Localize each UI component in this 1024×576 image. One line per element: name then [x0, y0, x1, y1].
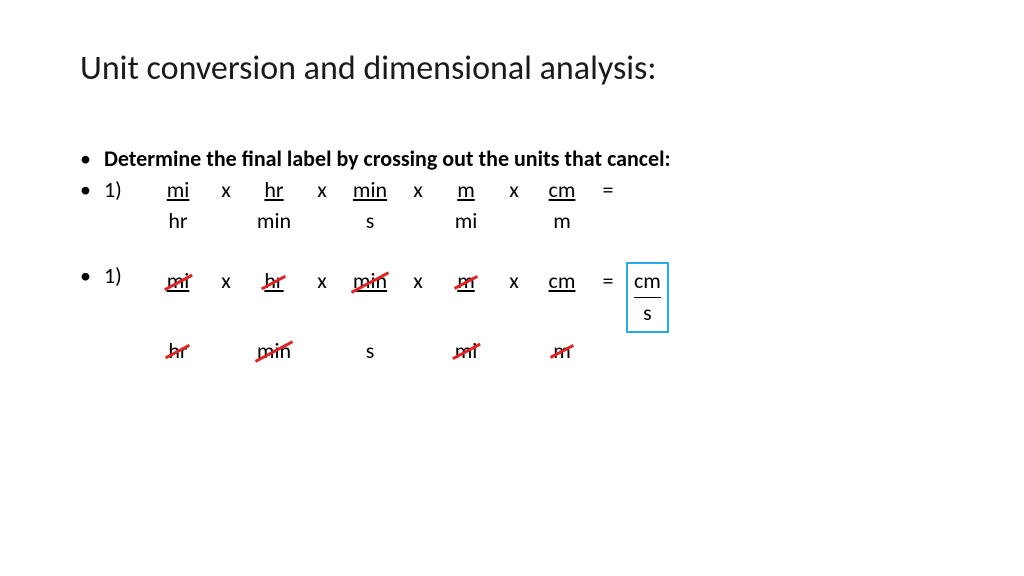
slide: Unit conversion and dimensional analysis… — [0, 0, 1024, 364]
unit-den-cancelled: m — [553, 337, 571, 364]
op: x — [398, 176, 438, 203]
op: x — [302, 176, 342, 203]
op: x — [206, 176, 246, 203]
unit-num: m — [438, 176, 494, 203]
unit-num-cancelled: mi — [167, 267, 190, 294]
unit-den-cancelled: mi — [455, 337, 478, 364]
instruction-line: • Determine the final label by crossing … — [80, 145, 944, 172]
equals: = — [596, 176, 620, 203]
op: x — [398, 267, 438, 294]
problem-label: 1) — [104, 262, 150, 289]
unit-den: s — [366, 337, 375, 364]
bullet-icon: • — [80, 176, 104, 203]
unit-den-cancelled: min — [257, 337, 291, 364]
unit-num-cancelled: hr — [264, 267, 283, 294]
slide-title: Unit conversion and dimensional analysis… — [80, 48, 944, 89]
unit-num-cancelled: min — [353, 267, 387, 294]
unit-num: min — [342, 176, 398, 203]
equals: = — [596, 267, 620, 294]
op: x — [206, 267, 246, 294]
unit-num: cm — [534, 176, 590, 203]
op: x — [494, 176, 534, 203]
problem-row-denom: • . hr x min x s x mi x m — [80, 207, 944, 234]
instruction-text: Determine the final label by crossing ou… — [104, 145, 671, 172]
unit-num: mi — [150, 176, 206, 203]
op: x — [494, 267, 534, 294]
unit-den: m — [534, 207, 590, 234]
unit-den: min — [246, 207, 302, 234]
unit-num-cancelled: m — [457, 267, 475, 294]
op: x — [302, 267, 342, 294]
answer-den: s — [634, 297, 661, 329]
bullet-icon: • — [80, 145, 104, 172]
problem-label: 1) — [104, 176, 150, 203]
unit-den: hr — [150, 207, 206, 234]
answer-num: cm — [634, 266, 661, 297]
answer-box: cm s — [626, 262, 669, 333]
unit-den: s — [342, 207, 398, 234]
unit-num: hr — [246, 176, 302, 203]
unit-num: cm — [549, 267, 576, 294]
unit-den-cancelled: hr — [168, 337, 187, 364]
problem-row: • 1) mi x hr x min x m x cm = cm s — [80, 262, 944, 333]
problem-row: • 1) mi x hr x min x m x cm = — [80, 176, 944, 203]
problem-row-denom: • . hr x min x s x mi x m — [80, 337, 944, 364]
unit-den: mi — [438, 207, 494, 234]
bullet-icon: • — [80, 262, 104, 289]
